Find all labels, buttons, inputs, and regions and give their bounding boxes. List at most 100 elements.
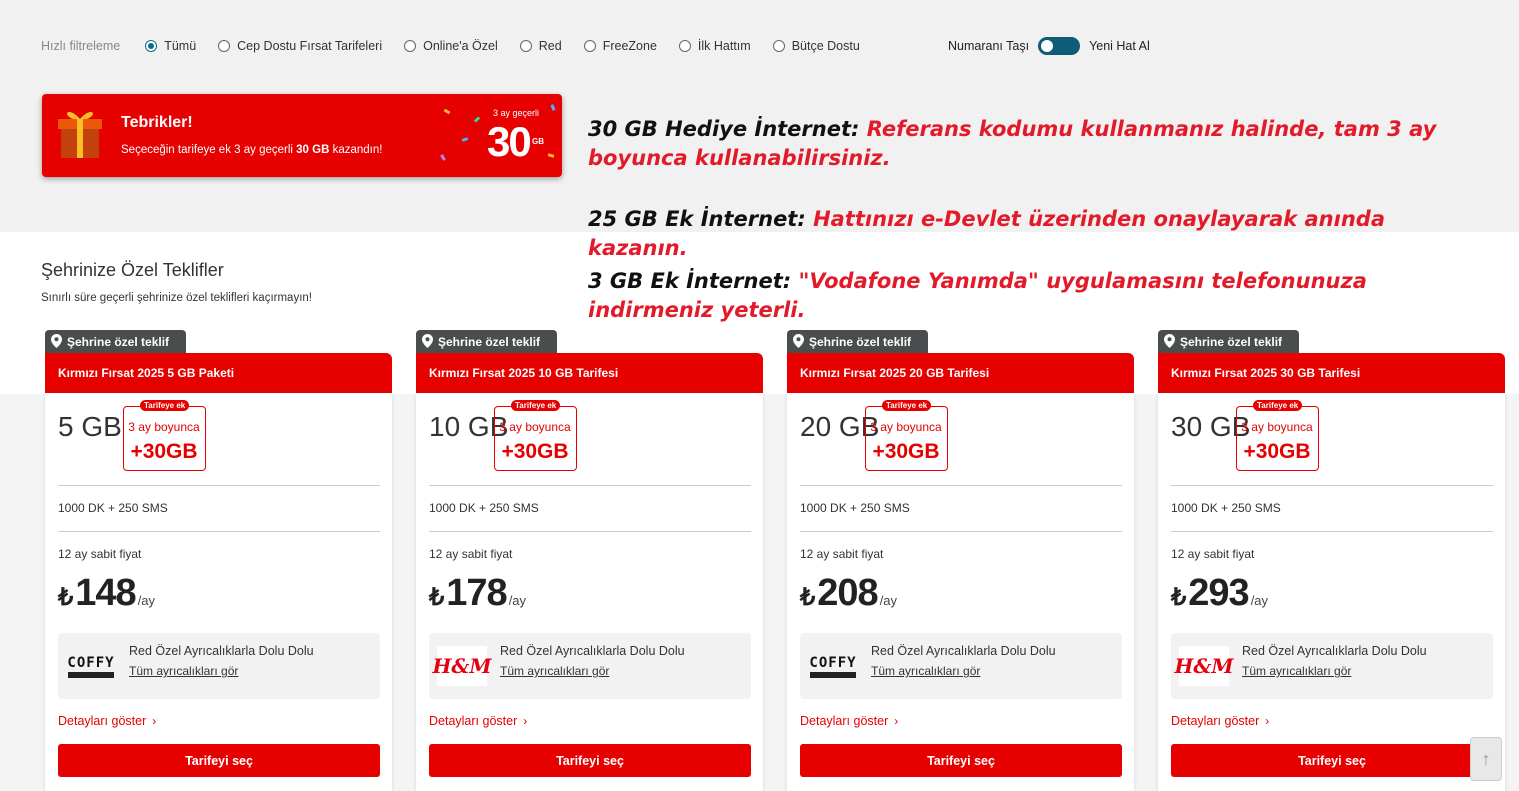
radio-dot[interactable] [583, 40, 596, 52]
filter-radio-cep-dostu[interactable]: Cep Dostu Fırsat Tarifeleri [218, 39, 382, 53]
filter-label: İlk Hattım [697, 39, 751, 53]
price-amount: 208 [817, 572, 878, 614]
bonus-amount: +30GB [872, 440, 940, 463]
minutes-sms: 1000 DK + 250 SMS [1171, 501, 1281, 515]
line-type-switch[interactable] [1038, 37, 1081, 55]
price-period: /ay [508, 593, 527, 608]
price-amount: 293 [1188, 572, 1249, 614]
currency-symbol: ₺ [58, 584, 74, 611]
radio-dot[interactable] [678, 40, 691, 52]
details-label: Detayları göster [1171, 714, 1260, 728]
perk-box: COFFY Red Özel Ayrıcalıklarla Dolu Dolu Tü… [58, 633, 380, 699]
promo-badge-caption: 3 ay geçerli [493, 108, 540, 118]
show-details-link[interactable]: Detayları göster › [58, 714, 156, 728]
price-period: /ay [1250, 593, 1269, 608]
filter-label: Online'a Özel [423, 39, 498, 53]
chevron-right-icon: › [523, 714, 528, 728]
confetti [461, 137, 469, 142]
city-offer-tag: Şehrine özel teklif [787, 330, 928, 353]
divider [58, 531, 380, 532]
tariff-card: Şehrine özel teklif Kırmızı Fırsat 2025 5… [45, 330, 392, 791]
perk-link[interactable]: Tüm ayrıcalıkları gör [1242, 664, 1351, 678]
price: ₺ 148/ay [58, 572, 155, 615]
filter-radio-all[interactable]: Tümü [145, 39, 196, 53]
currency-symbol: ₺ [1171, 584, 1187, 611]
logo-text: H&M [1174, 654, 1234, 678]
perk-link[interactable]: Tüm ayrıcalıkları gör [500, 664, 609, 678]
filter-radio-freezone[interactable]: FreeZone [583, 39, 657, 53]
coffy-logo: COFFY [66, 646, 116, 686]
filter-radio-butce-dostu[interactable]: Bütçe Dostu [772, 39, 860, 53]
location-pin-icon [793, 334, 804, 348]
confetti [547, 153, 555, 158]
bonus-duration: 3 ay boyunca [1241, 420, 1313, 434]
perk-link[interactable]: Tüm ayrıcalıkları gör [871, 664, 980, 678]
select-tariff-button[interactable]: Tarifeyi seç [58, 744, 380, 777]
hm-logo: H&M [1174, 646, 1234, 686]
perk-title: Red Özel Ayrıcalıklarla Dolu Dolu [129, 644, 314, 658]
quick-filter-bar: Hızlı filtreleme Tümü Cep Dostu Fırsat T… [41, 36, 882, 56]
select-tariff-button[interactable]: Tarifeyi seç [429, 744, 751, 777]
chevron-right-icon: › [152, 714, 157, 728]
price-period: /ay [137, 593, 156, 608]
toggle-left-label: Numaranı Taşı [948, 39, 1030, 53]
chevron-right-icon: › [1265, 714, 1270, 728]
tariff-name: Kırmızı Fırsat 2025 20 GB Tarifesi [787, 353, 1134, 393]
note-key: 3 GB Ek İnternet: [588, 269, 792, 293]
note-key: 25 GB Ek İnternet: [588, 207, 806, 231]
fixed-price-label: 12 ay sabit fiyat [800, 547, 884, 561]
logo-stripe [810, 671, 856, 678]
perk-box: COFFY Red Özel Ayrıcalıklarla Dolu Dolu Tü… [800, 633, 1122, 699]
price-amount: 148 [75, 572, 136, 614]
minutes-sms: 1000 DK + 250 SMS [429, 501, 539, 515]
perk-box: H&M Red Özel Ayrıcalıklarla Dolu Dolu Tüm … [429, 633, 751, 699]
card-body: 10 GB Tarifeye ek 3 ay boyunca +30GB 1000 DK… [416, 393, 763, 791]
line-type-toggle: Numaranı Taşı Yeni Hat Al [948, 36, 1150, 56]
radio-dot[interactable] [404, 40, 417, 52]
price: ₺ 178/ay [429, 572, 526, 615]
note-30gb: 30 GB Hediye İnternet: Referans kodumu k… [588, 115, 1488, 173]
promo-text: Seçeceğin tarifeye ek 3 ay geçerli 30 GB… [121, 144, 382, 156]
city-offer-tag: Şehrine özel teklif [1158, 330, 1299, 353]
arrow-up-icon: ↑ [1481, 748, 1491, 769]
show-details-link[interactable]: Detayları göster › [800, 714, 898, 728]
filter-label: Red [538, 39, 562, 53]
perk-link[interactable]: Tüm ayrıcalıkları gör [129, 664, 238, 678]
price: ₺ 293/ay [1171, 572, 1268, 615]
currency-symbol: ₺ [800, 584, 816, 611]
bonus-label: Tarifeye ek [511, 400, 561, 411]
confetti [443, 108, 451, 115]
confetti [473, 116, 481, 123]
filter-radio-red[interactable]: Red [519, 39, 562, 53]
bonus-label: Tarifeye ek [882, 400, 932, 411]
perk-title: Red Özel Ayrıcalıklarla Dolu Dolu [1242, 644, 1427, 658]
coffy-logo: COFFY [808, 646, 858, 686]
radio-dot[interactable] [145, 40, 158, 52]
filter-radio-online[interactable]: Online'a Özel [404, 39, 498, 53]
tariff-card: Şehrine özel teklif Kırmızı Fırsat 2025 2… [787, 330, 1134, 791]
tariff-name: Kırmızı Fırsat 2025 5 GB Paketi [45, 353, 392, 393]
tariff-name: Kırmızı Fırsat 2025 30 GB Tarifesi [1158, 353, 1505, 393]
select-tariff-button[interactable]: Tarifeyi seç [1171, 744, 1493, 777]
bonus-data-box: Tarifeye ek 3 ay boyunca +30GB [1236, 400, 1319, 471]
show-details-link[interactable]: Detayları göster › [1171, 714, 1269, 728]
radio-dot[interactable] [218, 40, 231, 52]
logo-text: COFFY [809, 654, 857, 671]
location-pin-icon [422, 334, 433, 348]
filter-label: Tümü [164, 39, 197, 53]
scroll-to-top-button[interactable]: ↑ [1470, 737, 1502, 781]
minutes-sms: 1000 DK + 250 SMS [58, 501, 168, 515]
divider [58, 485, 380, 486]
promo-text-bold: 30 GB [296, 144, 330, 156]
promo-title: Tebrikler! [121, 114, 193, 131]
show-details-link[interactable]: Detayları göster › [429, 714, 527, 728]
radio-dot[interactable] [772, 40, 785, 52]
tariff-name: Kırmızı Fırsat 2025 10 GB Tarifesi [416, 353, 763, 393]
filter-radio-ilk-hattim[interactable]: İlk Hattım [678, 39, 751, 53]
details-label: Detayları göster [800, 714, 889, 728]
bonus-data-box: Tarifeye ek 3 ay boyunca +30GB [865, 400, 948, 471]
card-body: 20 GB Tarifeye ek 3 ay boyunca +30GB 1000 DK… [787, 393, 1134, 791]
select-tariff-button[interactable]: Tarifeyi seç [800, 744, 1122, 777]
radio-dot[interactable] [519, 40, 532, 52]
price-period: /ay [879, 593, 898, 608]
